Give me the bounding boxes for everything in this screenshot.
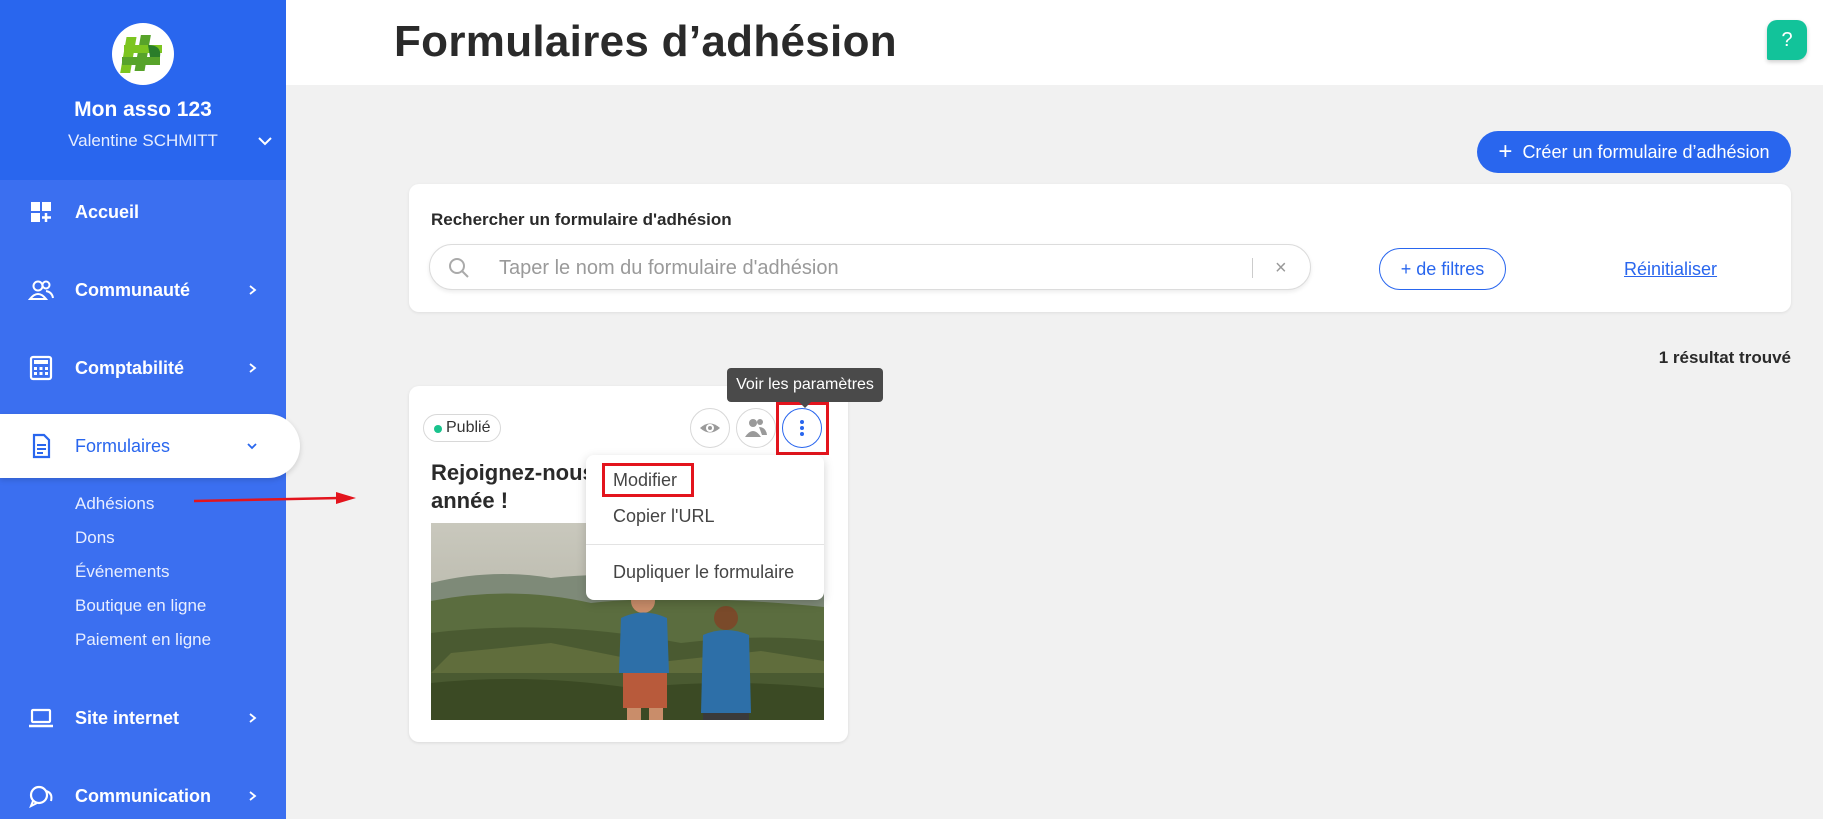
chat-icon: [29, 785, 53, 809]
nav-item-communication[interactable]: Communication: [0, 764, 286, 819]
annotation-arrow-icon: [193, 492, 356, 504]
help-button[interactable]: ?: [1767, 20, 1807, 60]
annotation-highlight-box: [602, 463, 694, 497]
search-icon: [449, 258, 469, 278]
nav-item-accueil[interactable]: Accueil: [0, 180, 286, 244]
tooltip: Voir les paramètres: [727, 368, 883, 402]
annotation-highlight-box: [776, 402, 829, 455]
nav-item-communaute[interactable]: Communauté: [0, 258, 286, 322]
search-label: Rechercher un formulaire d'adhésion: [431, 210, 732, 229]
sub-item-evenements[interactable]: Événements: [75, 562, 170, 582]
tooltip-arrow: [798, 401, 812, 408]
reset-link[interactable]: Réinitialiser: [1624, 259, 1717, 280]
chevron-right-icon: [249, 363, 257, 373]
nav-label: Comptabilité: [75, 357, 185, 378]
chevron-right-icon: [249, 285, 257, 295]
results-count: 1 résultat trouvé: [1658, 348, 1791, 367]
plus-icon: +: [1498, 138, 1513, 165]
chevron-right-icon: [249, 791, 257, 801]
dashboard-icon: [31, 202, 51, 222]
org-name: Mon asso 123: [74, 98, 212, 121]
sub-item-boutique[interactable]: Boutique en ligne: [75, 596, 206, 616]
users-icon: [28, 280, 54, 300]
calculator-icon: [29, 355, 53, 381]
close-icon[interactable]: ×: [1275, 257, 1287, 280]
preview-button[interactable]: [690, 408, 730, 448]
chevron-right-icon: [249, 713, 257, 723]
chevron-down-icon: [247, 443, 257, 450]
users-icon: [745, 419, 767, 437]
nav-label: Accueil: [75, 201, 140, 222]
create-form-label: Créer un formulaire d’adhésion: [1522, 141, 1770, 162]
menu-item-copier-url[interactable]: Copier l'URL: [613, 506, 714, 527]
nav-label: Communauté: [75, 279, 191, 300]
nav-label: Formulaires: [75, 435, 171, 456]
chevron-down-icon[interactable]: [256, 132, 274, 150]
search-placeholder: Taper le nom du formulaire d'adhésion: [499, 257, 839, 279]
search-input[interactable]: Taper le nom du formulaire d'adhésion ×: [429, 244, 1311, 290]
menu-divider: [586, 544, 824, 545]
eye-icon: [700, 423, 720, 433]
user-name[interactable]: Valentine SCHMITT: [0, 131, 286, 151]
page-title: Formulaires d’adhésion: [394, 17, 897, 66]
org-logo[interactable]: [112, 23, 174, 85]
status-badge: Publié: [423, 414, 502, 442]
search-panel: Rechercher un formulaire d'adhésion Tape…: [409, 184, 1791, 312]
status-label: Publié: [446, 419, 491, 436]
search-divider: [1252, 258, 1253, 278]
document-icon: [32, 433, 51, 459]
options-menu: Modifier Copier l'URL Dupliquer le formu…: [586, 455, 824, 600]
sub-item-adhesions[interactable]: Adhésions: [75, 494, 154, 514]
menu-item-dupliquer[interactable]: Dupliquer le formulaire: [613, 562, 794, 583]
create-form-button[interactable]: + Créer un formulaire d’adhésion: [1477, 131, 1791, 173]
sidebar-header: Mon asso 123 Valentine SCHMITT: [0, 0, 286, 180]
laptop-icon: [29, 708, 53, 728]
nav-item-site-internet[interactable]: Site internet: [0, 686, 286, 750]
sub-item-dons[interactable]: Dons: [75, 528, 115, 548]
more-filters-button[interactable]: + de filtres: [1379, 248, 1506, 290]
nav-item-comptabilite[interactable]: Comptabilité: [0, 336, 286, 400]
nav-item-formulaires[interactable]: Formulaires: [0, 414, 300, 478]
sub-item-paiement[interactable]: Paiement en ligne: [75, 630, 211, 650]
members-button[interactable]: [736, 408, 776, 448]
nav-label: Site internet: [75, 707, 180, 728]
status-dot-icon: [434, 425, 442, 433]
sidebar: Mon asso 123 Valentine SCHMITT Accueil C…: [0, 0, 300, 819]
nav-label: Communication: [75, 785, 212, 806]
